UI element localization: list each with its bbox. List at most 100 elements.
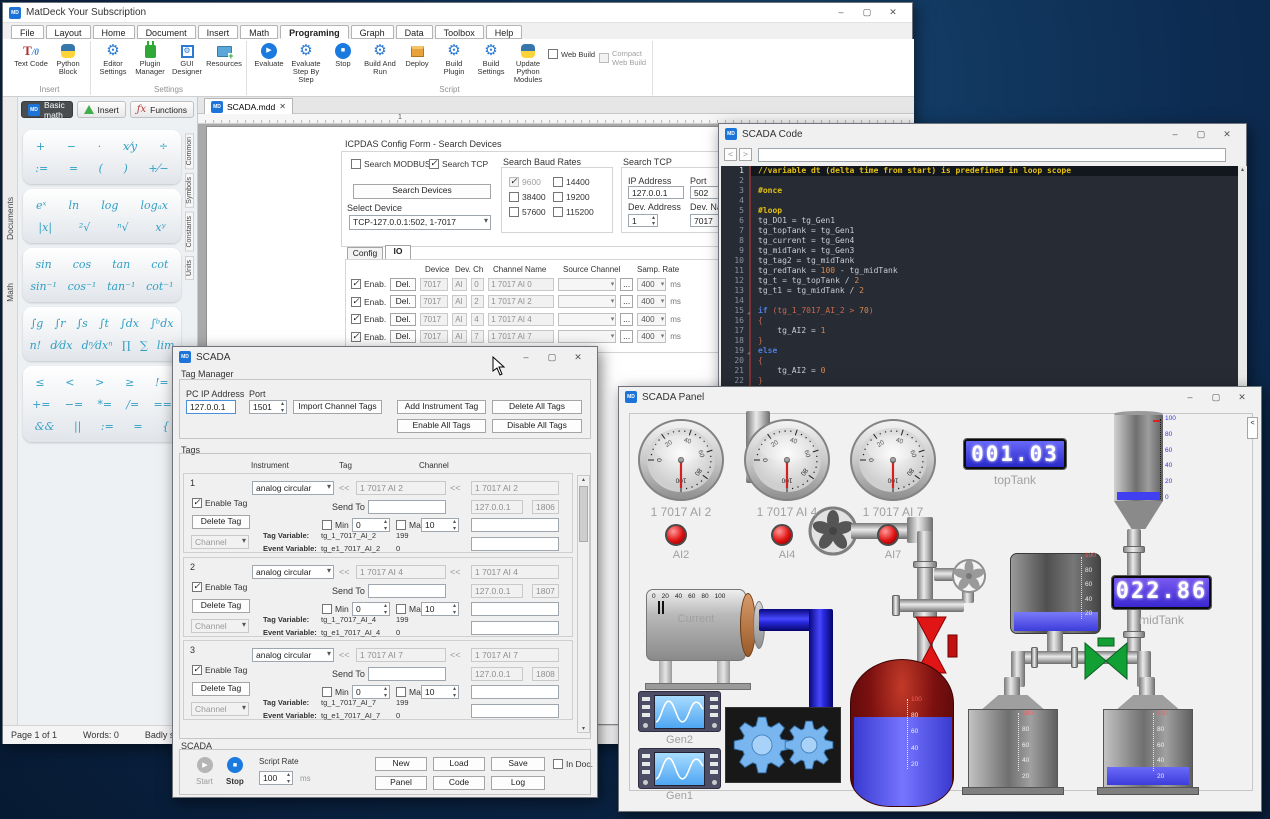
deploy-button[interactable]: Deploy [400, 41, 434, 68]
channel-name-field[interactable]: 1 7017 AI 7 [488, 330, 554, 343]
math-symbol[interactable]: *= [97, 398, 112, 411]
min-checkbox[interactable]: Min [322, 520, 349, 530]
math-symbol[interactable]: == [153, 398, 171, 411]
code-line[interactable]: 17 tg_AI2 = 1 [721, 326, 1238, 336]
math-symbol[interactable]: |x| [38, 221, 52, 234]
math-symbol[interactable]: ∫s [76, 317, 87, 330]
math-symbol[interactable]: ∫dx [120, 317, 139, 330]
maximize-icon[interactable]: ▢ [1203, 392, 1229, 403]
code-line[interactable]: 11 tg_redTank = 100 - tg_midTank [721, 266, 1238, 276]
import-channel-tags-button[interactable]: Import Channel Tags [293, 400, 382, 414]
math-symbol[interactable]: sin [36, 258, 52, 271]
delete-tag-button[interactable]: Delete Tag [192, 599, 250, 613]
math-side-tab-symbols[interactable]: Symbols [185, 173, 194, 208]
code-line[interactable]: 12 tg_t = tg_topTank / 2 [721, 276, 1238, 286]
math-symbol[interactable]: cos⁻¹ [68, 280, 97, 293]
code-line[interactable]: 13 tg_t1 = tg_midTank / 2 [721, 286, 1238, 296]
web-build-checkbox[interactable]: Web Build [548, 49, 596, 59]
source-channel-combo[interactable] [558, 295, 616, 308]
math-symbol[interactable]: ln [69, 199, 80, 212]
math-symbol[interactable]: != [155, 376, 169, 389]
main-titlebar[interactable]: MD MatDeck Your Subscription – ▢ ✕ [3, 3, 912, 23]
row-port-field[interactable]: 1807 [532, 584, 559, 598]
math-symbol[interactable]: cot [151, 258, 168, 271]
math-side-tab-common[interactable]: Common [185, 133, 194, 169]
ribbon-tab-home[interactable]: Home [93, 25, 135, 39]
dev-name-field[interactable]: 7017 [690, 214, 720, 227]
math-symbol[interactable]: tan [112, 258, 130, 271]
python-block-button[interactable]: Python Block [51, 41, 85, 76]
maximize-icon[interactable]: ▢ [539, 352, 565, 363]
document-tab[interactable]: MD SCADA.mdd ✕ [204, 98, 293, 114]
in-doc-checkbox[interactable]: In Doc. [553, 759, 593, 769]
minimize-icon[interactable]: – [828, 7, 854, 18]
code-line[interactable]: 3 #once [721, 186, 1238, 196]
enab-checkbox[interactable]: Enab. [351, 332, 386, 342]
math-symbol[interactable]: || [74, 420, 81, 433]
channel-field[interactable]: 1 7017 AI 7 [471, 648, 559, 662]
math-symbol[interactable]: ) [124, 162, 128, 175]
ch-type-field[interactable]: AI [452, 330, 467, 343]
row-ip-field[interactable]: 127.0.0.1 [471, 584, 523, 598]
enable-tag-checkbox[interactable]: Enable Tag [192, 665, 247, 675]
math-symbol[interactable]: = [69, 162, 78, 175]
script-rate-spinner[interactable]: 100 [259, 771, 293, 785]
delete-tag-button[interactable]: Delete Tag [192, 515, 250, 529]
panel-titlebar[interactable]: MD SCADA Panel – ▢ ✕ [619, 387, 1261, 407]
instrument-combo[interactable]: analog circular [252, 481, 334, 495]
save-button[interactable]: Save [491, 757, 545, 771]
port-field[interactable]: 502 [690, 186, 720, 199]
math-symbol[interactable]: ≥ [125, 376, 134, 389]
add-instrument-tag-button[interactable]: Add Instrument Tag [397, 400, 486, 414]
maximize-icon[interactable]: ▢ [854, 7, 880, 18]
baud-19200-checkbox[interactable]: 19200 [553, 192, 590, 202]
math-symbol[interactable]: xʸ [155, 221, 165, 234]
code-line[interactable]: 20 { [721, 356, 1238, 366]
channel-combo[interactable]: Channel [191, 535, 249, 549]
math-symbol[interactable]: ∫g [31, 317, 44, 330]
send-to-field[interactable] [368, 500, 446, 514]
samp-rate-combo[interactable]: 400 [637, 313, 666, 326]
code-line[interactable]: 22 } [721, 376, 1238, 386]
ch-type-field[interactable]: AI [452, 313, 467, 326]
build-plugin-button[interactable]: ⚙Build Plugin [437, 41, 471, 76]
minimize-icon[interactable]: – [1177, 392, 1203, 403]
send-to-field[interactable] [368, 667, 446, 681]
math-symbol[interactable]: ∏ [122, 339, 131, 352]
enable-tag-checkbox[interactable]: Enable Tag [192, 498, 247, 508]
minimize-icon[interactable]: – [513, 352, 539, 363]
samp-rate-combo[interactable]: 400 [637, 278, 666, 291]
ch-num-field[interactable]: 4 [471, 313, 484, 326]
tags-scrollbar[interactable]: ▴▾ [577, 475, 590, 733]
del-button[interactable]: Del. [390, 295, 416, 308]
row-port-field[interactable]: 1806 [532, 500, 559, 514]
channel-name-field[interactable]: 1 7017 AI 2 [488, 295, 554, 308]
math-symbol[interactable]: ∫t [99, 317, 109, 330]
code-line[interactable]: 19◢ else [721, 346, 1238, 356]
extra-field-1[interactable] [471, 602, 559, 616]
math-symbol[interactable]: · [98, 140, 102, 153]
ch-type-field[interactable]: AI [452, 278, 467, 291]
plugin-manager-button[interactable]: Plugin Manager [133, 41, 167, 76]
enab-checkbox[interactable]: Enab. [351, 279, 386, 289]
max-spinner[interactable]: 10 [421, 602, 459, 616]
ch-type-field[interactable]: AI [452, 295, 467, 308]
source-channel-combo[interactable] [558, 278, 616, 291]
math-symbol[interactable]: ∑ [140, 339, 148, 352]
code-line[interactable]: 1 //variable dt (delta time from start) … [721, 166, 1238, 176]
extra-field-1[interactable] [471, 685, 559, 699]
code-line[interactable]: 6 tg_DO1 = tg_Gen1 [721, 216, 1238, 226]
panel-button[interactable]: Panel [375, 776, 427, 790]
math-symbol[interactable]: > [95, 376, 104, 389]
channel-combo[interactable]: Channel [191, 619, 249, 633]
device-field[interactable]: 7017 [420, 295, 448, 308]
tab-functions[interactable]: ƒxFunctions [130, 101, 194, 118]
device-field[interactable]: 7017 [420, 330, 448, 343]
device-field[interactable]: 7017 [420, 278, 448, 291]
del-button[interactable]: Del. [390, 330, 416, 343]
update-python-modules-button[interactable]: Update Python Modules [511, 41, 545, 84]
gui-designer-button[interactable]: ⚙GUI Designer [170, 41, 204, 76]
row-ip-field[interactable]: 127.0.0.1 [471, 500, 523, 514]
ribbon-tab-graph[interactable]: Graph [351, 25, 394, 39]
math-symbol[interactable]: ∫ᵇdx [150, 317, 173, 330]
